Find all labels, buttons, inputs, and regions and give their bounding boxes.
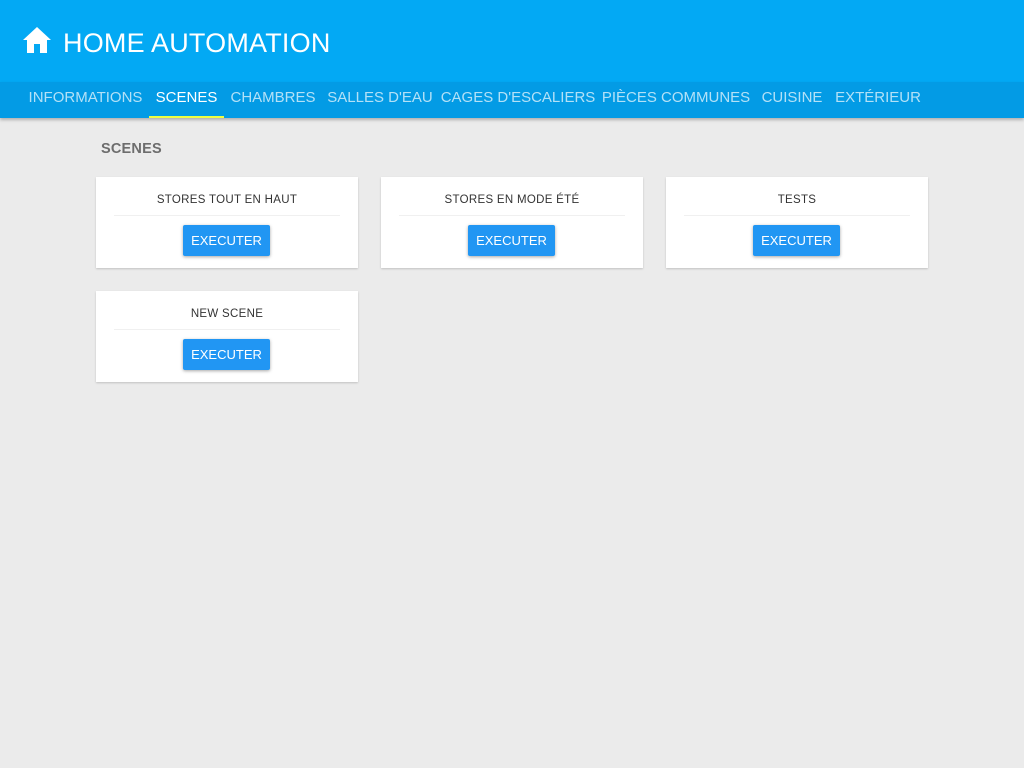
execute-button[interactable]: EXECUTER xyxy=(183,225,270,256)
section-title: SCENES xyxy=(101,141,162,157)
scene-card: STORES EN MODE ÉTÉ EXECUTER xyxy=(381,177,643,268)
tab-exterieur[interactable]: EXTÉRIEUR xyxy=(830,82,926,118)
scene-card: NEW SCENE EXECUTER xyxy=(96,291,358,382)
app-title: HOME AUTOMATION xyxy=(63,28,331,58)
execute-button[interactable]: EXECUTER xyxy=(183,339,270,370)
tab-chambres[interactable]: CHAMBRES xyxy=(225,82,321,118)
app-header: HOME AUTOMATION xyxy=(0,0,1024,82)
tab-informations[interactable]: INFORMATIONS xyxy=(23,82,148,118)
scene-title: TESTS xyxy=(684,192,910,216)
active-tab-indicator xyxy=(149,116,224,118)
scene-card: TESTS EXECUTER xyxy=(666,177,928,268)
tab-bar: INFORMATIONS SCENES CHAMBRES SALLES D'EA… xyxy=(0,82,1024,118)
tab-salles-d-eau[interactable]: SALLES D'EAU xyxy=(322,82,438,118)
tab-pieces-communes[interactable]: PIÈCES COMMUNES xyxy=(598,82,754,118)
scene-title: STORES TOUT EN HAUT xyxy=(114,192,340,216)
scene-title: NEW SCENE xyxy=(114,306,340,330)
tab-cuisine[interactable]: CUISINE xyxy=(755,82,829,118)
scene-title: STORES EN MODE ÉTÉ xyxy=(399,192,625,216)
home-icon[interactable] xyxy=(22,26,52,54)
execute-button[interactable]: EXECUTER xyxy=(753,225,840,256)
app-root: HOME AUTOMATION INFORMATIONS SCENES CHAM… xyxy=(0,0,1024,768)
tab-cages-d-escaliers[interactable]: CAGES D'ESCALIERS xyxy=(439,82,597,118)
execute-button[interactable]: EXECUTER xyxy=(468,225,555,256)
scene-card: STORES TOUT EN HAUT EXECUTER xyxy=(96,177,358,268)
tab-scenes[interactable]: SCENES xyxy=(149,82,224,118)
